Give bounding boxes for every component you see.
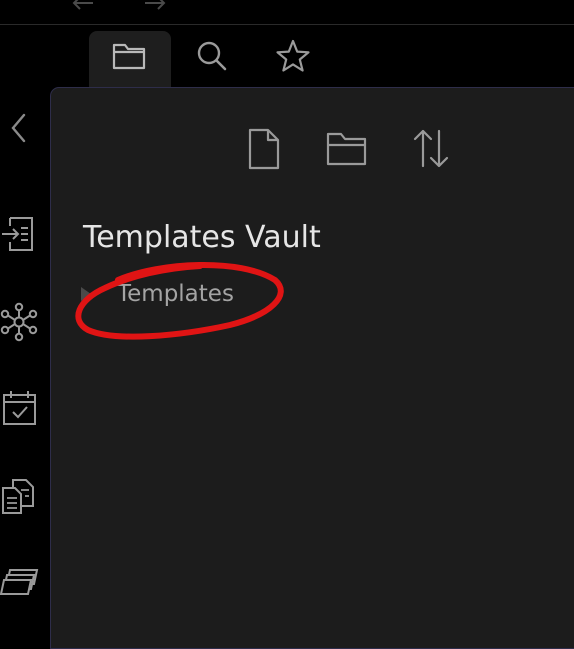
star-icon bbox=[271, 37, 315, 77]
vault-name[interactable]: Templates Vault bbox=[83, 219, 321, 257]
new-folder-button[interactable] bbox=[323, 126, 371, 172]
new-note-button[interactable] bbox=[240, 126, 288, 172]
graph-view-icon[interactable] bbox=[0, 302, 40, 342]
sort-icon bbox=[407, 126, 455, 172]
new-folder-icon bbox=[323, 126, 371, 172]
folder-item[interactable]: Templates bbox=[75, 278, 295, 312]
chevron-left-icon[interactable] bbox=[0, 108, 40, 148]
copy-pages-icon[interactable] bbox=[0, 476, 40, 516]
arrow-right-icon[interactable] bbox=[142, 0, 168, 12]
tab-files[interactable] bbox=[89, 31, 171, 87]
daily-note-calendar-icon[interactable] bbox=[0, 388, 40, 428]
insert-template-icon[interactable] bbox=[0, 214, 40, 254]
new-note-icon bbox=[240, 126, 288, 172]
left-ribbon bbox=[0, 88, 48, 636]
tab-bookmarks[interactable] bbox=[271, 37, 315, 77]
folder-label: Templates bbox=[117, 281, 234, 307]
search-icon bbox=[190, 37, 234, 77]
arrow-left-icon[interactable] bbox=[70, 0, 96, 12]
caret-right-icon[interactable] bbox=[81, 287, 91, 301]
file-explorer-panel: Templates Vault Templates bbox=[50, 87, 574, 649]
sort-button[interactable] bbox=[407, 126, 455, 172]
folder-icon bbox=[111, 39, 149, 73]
tab-search[interactable] bbox=[190, 37, 234, 77]
cards-icon[interactable] bbox=[0, 562, 40, 602]
